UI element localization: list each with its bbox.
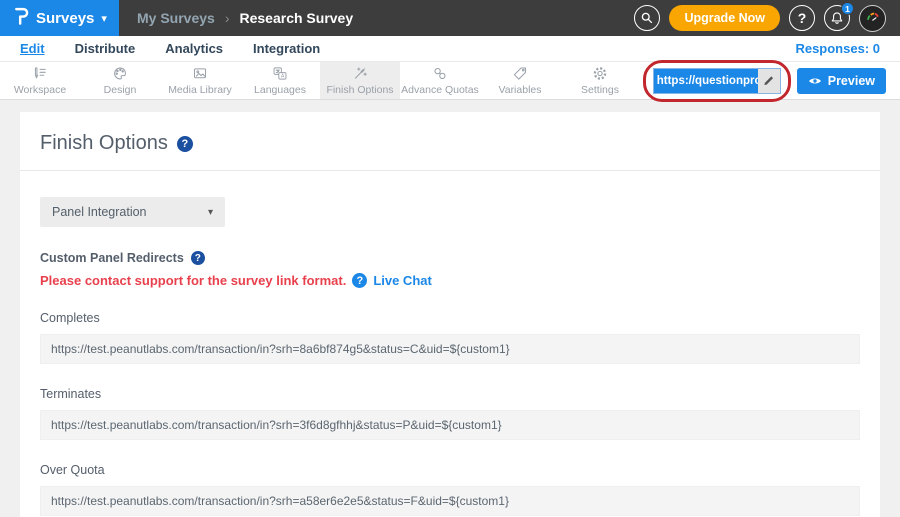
live-chat-icon[interactable]: ? bbox=[352, 273, 367, 288]
terminates-label: Terminates bbox=[40, 387, 860, 401]
tag-icon bbox=[511, 65, 529, 82]
eye-icon bbox=[808, 76, 822, 86]
field-terminates: Terminates https://test.peanutlabs.com/t… bbox=[40, 387, 860, 440]
survey-url-zone: https://questionpro.com/t/A bbox=[653, 68, 781, 94]
tab-analytics[interactable]: Analytics bbox=[165, 41, 223, 56]
breadcrumb-current-survey: Research Survey bbox=[240, 10, 354, 26]
breadcrumb-my-surveys[interactable]: My Surveys bbox=[137, 10, 215, 26]
tool-tab-finish-options[interactable]: Finish Options bbox=[320, 62, 400, 99]
header-actions: Upgrade Now ? 1 bbox=[634, 5, 900, 32]
survey-url-selected-text[interactable]: https://questionpro.com/t/A bbox=[654, 69, 758, 93]
upgrade-now-button[interactable]: Upgrade Now bbox=[669, 5, 780, 31]
account-avatar[interactable] bbox=[859, 5, 886, 32]
notifications-button[interactable]: 1 bbox=[824, 5, 850, 31]
tool-tab-design[interactable]: Design bbox=[80, 62, 160, 99]
tab-distribute[interactable]: Distribute bbox=[75, 41, 136, 56]
breadcrumb-separator: › bbox=[225, 10, 230, 26]
terminates-url-input[interactable]: https://test.peanutlabs.com/transaction/… bbox=[40, 410, 860, 440]
completes-label: Completes bbox=[40, 311, 860, 325]
product-switcher[interactable]: Surveys ▾ bbox=[0, 0, 119, 36]
chevron-down-icon: ▾ bbox=[101, 12, 107, 25]
finish-options-card: Finish Options ? Panel Integration ▾ Cus… bbox=[20, 112, 880, 517]
tool-tab-variables[interactable]: Variables bbox=[480, 62, 560, 99]
search-icon bbox=[639, 10, 655, 26]
over-quota-url-input[interactable]: https://test.peanutlabs.com/transaction/… bbox=[40, 486, 860, 516]
over-quota-label: Over Quota bbox=[40, 463, 860, 477]
tab-edit[interactable]: Edit bbox=[20, 41, 45, 56]
field-over-quota: Over Quota https://test.peanutlabs.com/t… bbox=[40, 463, 860, 516]
header-divider bbox=[20, 170, 880, 171]
gear-icon bbox=[591, 65, 609, 82]
redirects-help-icon[interactable]: ? bbox=[191, 251, 205, 265]
page-title: Finish Options bbox=[40, 132, 168, 155]
design-palette-icon bbox=[111, 65, 129, 82]
breadcrumb: My Surveys › Research Survey bbox=[137, 10, 353, 26]
svg-text:A: A bbox=[281, 74, 285, 80]
pencil-icon bbox=[762, 74, 775, 87]
workspace-icon bbox=[31, 65, 49, 82]
questionpro-logo-icon bbox=[13, 6, 30, 31]
dropdown-selected-value: Panel Integration bbox=[52, 205, 147, 219]
tool-tab-workspace[interactable]: Workspace bbox=[0, 62, 80, 99]
card-header: Finish Options ? bbox=[20, 112, 880, 170]
gauge-logo-icon bbox=[864, 9, 882, 27]
support-notice: Please contact support for the survey li… bbox=[40, 273, 346, 288]
media-image-icon bbox=[191, 65, 209, 82]
edit-toolbar: Workspace Design Media Library A Languag… bbox=[0, 62, 900, 100]
survey-section-nav: Edit Distribute Analytics Integration Re… bbox=[0, 36, 900, 62]
preview-button[interactable]: Preview bbox=[797, 68, 886, 94]
field-completes: Completes https://test.peanutlabs.com/tr… bbox=[40, 311, 860, 364]
chevron-down-icon: ▾ bbox=[208, 207, 213, 218]
edit-url-button[interactable] bbox=[758, 69, 780, 93]
chain-links-icon bbox=[431, 65, 449, 82]
magic-wand-icon bbox=[351, 65, 369, 82]
top-header-bar: Surveys ▾ My Surveys › Research Survey U… bbox=[0, 0, 900, 36]
help-button[interactable]: ? bbox=[789, 5, 815, 31]
custom-panel-redirects-heading-row: Custom Panel Redirects ? bbox=[40, 251, 860, 265]
tool-tab-settings[interactable]: Settings bbox=[560, 62, 640, 99]
tool-tab-languages[interactable]: A Languages bbox=[240, 62, 320, 99]
completes-url-input[interactable]: https://test.peanutlabs.com/transaction/… bbox=[40, 334, 860, 364]
translate-icon: A bbox=[271, 65, 289, 82]
tab-integration[interactable]: Integration bbox=[253, 41, 320, 56]
product-name: Surveys bbox=[36, 10, 94, 27]
main-content: Finish Options ? Panel Integration ▾ Cus… bbox=[0, 100, 900, 517]
survey-url-input[interactable]: https://questionpro.com/t/A bbox=[653, 68, 781, 94]
live-chat-link[interactable]: Live Chat bbox=[373, 273, 432, 288]
finish-options-help-icon[interactable]: ? bbox=[177, 136, 193, 152]
search-button[interactable] bbox=[634, 5, 660, 31]
notification-badge: 1 bbox=[841, 2, 854, 15]
tool-tab-media-library[interactable]: Media Library bbox=[160, 62, 240, 99]
panel-integration-dropdown[interactable]: Panel Integration ▾ bbox=[40, 197, 225, 227]
responses-count: Responses: 0 bbox=[795, 41, 880, 56]
section-heading: Custom Panel Redirects bbox=[40, 251, 184, 265]
question-mark-icon: ? bbox=[798, 10, 807, 26]
support-notice-row: Please contact support for the survey li… bbox=[40, 273, 860, 288]
tool-tab-advance-quotas[interactable]: Advance Quotas bbox=[400, 62, 480, 99]
